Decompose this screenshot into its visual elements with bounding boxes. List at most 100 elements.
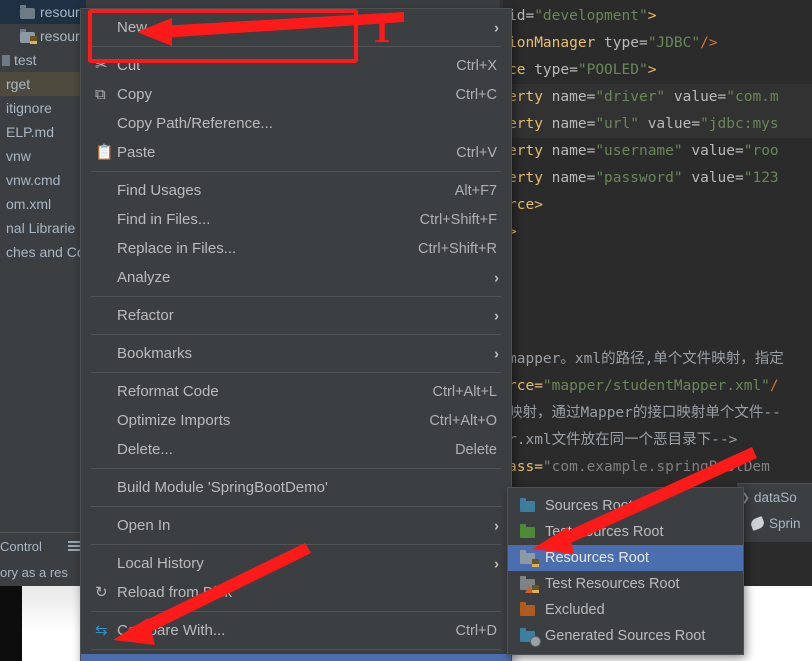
context-menu-item-analyze[interactable]: Analyze › (81, 263, 511, 292)
list-view-icon[interactable] (68, 541, 80, 551)
reload-icon: ↻ (95, 583, 108, 601)
project-tree-item[interactable]: nal Librarie (0, 216, 86, 240)
context-menu-item-open-in[interactable]: Open In › (81, 511, 511, 540)
submenu-item-sources-root[interactable]: Sources Root (508, 493, 743, 519)
chevron-right-icon: › (494, 555, 499, 572)
project-tree-item[interactable]: rget (0, 72, 86, 96)
context-menu-item-compare-with[interactable]: ⇆ Compare With... Ctrl+D (81, 616, 511, 645)
datasource-label: dataSo (754, 489, 797, 505)
project-tree-panel[interactable]: resourc resourc test rget itignore ELP.md vnw v… (0, 0, 86, 586)
context-menu-item-paste[interactable]: 📋 Paste Ctrl+V (81, 138, 511, 167)
version-control-panel[interactable]: Control ory as a res (0, 532, 86, 587)
code-line: erty name="driver" value="com.m (500, 84, 812, 111)
context-menu-item-build-module-springbootdemo[interactable]: Build Module 'SpringBootDemo' (81, 473, 511, 502)
window-bottom-dark-block (0, 586, 22, 661)
sources-root-folder-icon (518, 497, 538, 514)
submenu-item-generated-sources-root[interactable]: Generated Sources Root (508, 623, 743, 649)
datasource-row[interactable]: ❯ dataSo (737, 484, 812, 510)
context-menu-item-label: Build Module 'SpringBootDemo' (117, 479, 328, 496)
project-tree-item[interactable]: vnw (0, 144, 86, 168)
context-menu-item-delete[interactable]: Delete... Delete (81, 435, 511, 464)
code-token: "POOLED" (577, 62, 648, 78)
context-menu-item-cut[interactable]: ✂ Cut Ctrl+X (81, 51, 511, 80)
menu-separator (91, 334, 501, 335)
code-token: type= (534, 62, 578, 78)
submenu-item-label: Excluded (545, 602, 605, 618)
context-menu-item-find-in-files[interactable]: Find in Files... Ctrl+Shift+F (81, 205, 511, 234)
code-token: value= (682, 143, 744, 159)
context-menu-item-label: Paste (117, 144, 156, 161)
context-menu-item-shortcut: Ctrl+D (455, 622, 498, 639)
submenu-item-label: Generated Sources Root (545, 628, 706, 644)
submenu-item-test-sources-root[interactable]: Test Sources Root (508, 519, 743, 545)
code-token: value= (638, 116, 701, 132)
code-token: "roo (743, 143, 779, 159)
context-menu-item-label: Replace in Files... (117, 240, 237, 257)
module-icon (2, 54, 10, 66)
context-menu-item-optimize-imports[interactable]: Optimize Imports Ctrl+Alt+O (81, 406, 511, 435)
submenu-item-label: Resources Root (545, 550, 649, 566)
project-tree-item[interactable]: om.xml (0, 192, 86, 216)
code-line: mapper。xml的路径,单个文件映射，指定 (508, 346, 784, 373)
mark-directory-as-submenu[interactable]: Sources Root Test Sources Root Resources R… (507, 487, 744, 655)
menu-item-icon-placeholder (93, 412, 115, 430)
compare-icon: ⇆ (95, 621, 108, 639)
context-menu-item-label: Local History (117, 555, 204, 572)
datasource-panel[interactable]: ❯ dataSo Sprin (737, 483, 812, 542)
context-menu-item-mark-directory-as[interactable]: Mark Directory as› (81, 654, 511, 661)
context-menu-item-replace-in-files[interactable]: Replace in Files... Ctrl+Shift+R (81, 234, 511, 263)
project-tree-item[interactable]: itignore (0, 96, 86, 120)
context-menu-item-label: Copy (117, 86, 153, 103)
menu-item-icon-placeholder (93, 441, 115, 459)
submenu-item-label: Sources Root (545, 498, 633, 514)
code-line: erty name="username" value="roo (508, 138, 779, 165)
submenu-item-resources-root[interactable]: Resources Root (508, 545, 743, 571)
context-menu[interactable]: New › ✂ Cut Ctrl+X ⧉ Copy Ctrl+C Copy Path/Refer… (80, 8, 512, 661)
menu-separator (91, 506, 501, 507)
context-menu-item-find-usages[interactable]: Find Usages Alt+F7 (81, 176, 511, 205)
context-menu-item-copy[interactable]: ⧉ Copy Ctrl+C (81, 80, 511, 109)
context-menu-item-bookmarks[interactable]: Bookmarks › (81, 339, 511, 368)
submenu-item-label: Test Resources Root (545, 576, 680, 592)
menu-item-icon-placeholder (93, 479, 115, 497)
project-tree-item-label: vnw (6, 148, 31, 164)
context-menu-item-reload-from-disk[interactable]: ↻ Reload from Disk (81, 578, 511, 607)
project-tree-item[interactable]: resourc (0, 24, 86, 48)
code-token: value= (682, 170, 744, 186)
project-tree-item-label: itignore (6, 100, 52, 116)
code-token: > (647, 8, 657, 24)
context-menu-item-local-history[interactable]: Local History › (81, 549, 511, 578)
spring-leaf-icon (749, 515, 766, 531)
context-menu-item-copy-path-reference[interactable]: Copy Path/Reference... (81, 109, 511, 138)
menu-item-icon-placeholder (93, 240, 115, 258)
context-menu-item-shortcut: Ctrl+C (455, 86, 498, 103)
menu-separator (91, 296, 501, 297)
context-menu-item-refactor[interactable]: Refactor › (81, 301, 511, 330)
context-menu-item-label: New (117, 19, 148, 36)
project-tree-item[interactable]: test (0, 48, 86, 72)
spring-row[interactable]: Sprin (737, 510, 812, 536)
menu-item-icon-placeholder (93, 517, 115, 535)
project-tree-rows: resourc resourc test rget itignore ELP.md vnw v… (0, 0, 86, 264)
project-tree-item[interactable]: ELP.md (0, 120, 86, 144)
context-menu-item-new[interactable]: New › (81, 13, 511, 42)
context-menu-item-reformat-code[interactable]: Reformat Code Ctrl+Alt+L (81, 377, 511, 406)
submenu-item-test-resources-root[interactable]: Test Resources Root (508, 571, 743, 597)
code-token: name= (551, 170, 596, 186)
code-token: erty (508, 170, 552, 186)
code-token: "password" (595, 170, 683, 186)
code-token: name= (551, 89, 596, 105)
project-tree-item[interactable]: vnw.cmd (0, 168, 86, 192)
code-token: type= (604, 35, 648, 51)
project-tree-item[interactable]: resourc (0, 0, 86, 24)
submenu-item-excluded[interactable]: Excluded (508, 597, 743, 623)
project-tree-item[interactable]: ches and Co (0, 240, 86, 264)
code-token: > (647, 62, 657, 78)
test-sources-root-folder-icon (518, 523, 538, 540)
code-line: rce="mapper/studentMapper.xml"/ (508, 373, 779, 400)
code-line: erty name="password" value="123 (508, 165, 779, 192)
menu-separator (91, 468, 501, 469)
code-line: id="development"> (508, 3, 656, 30)
menu-item-icon-placeholder (93, 182, 115, 200)
menu-separator (91, 611, 501, 612)
